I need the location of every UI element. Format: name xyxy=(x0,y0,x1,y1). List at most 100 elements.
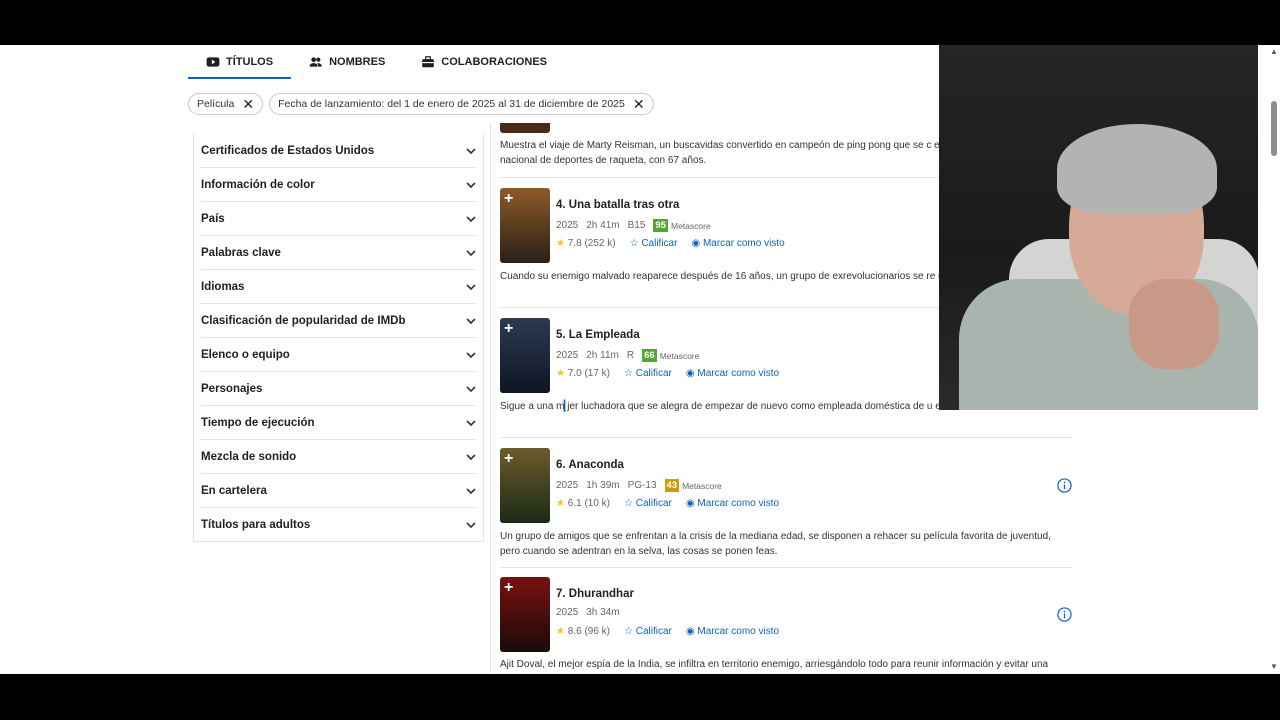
chevron-down-icon xyxy=(466,385,476,392)
facet-adult-titles[interactable]: Títulos para adultos xyxy=(201,508,476,542)
chevron-down-icon xyxy=(466,215,476,222)
chevron-down-icon xyxy=(466,487,476,494)
info-icon[interactable] xyxy=(1057,478,1072,493)
movie-certificate: R xyxy=(626,350,635,361)
active-filters: Película ✕ Fecha de lanzamiento: del 1 d… xyxy=(188,93,654,115)
movie-meta: 2025 1h 39m PG-13 43 Metascore xyxy=(556,479,722,492)
scroll-down-icon[interactable]: ▼ xyxy=(1270,662,1278,671)
divider xyxy=(500,437,1072,438)
movie-title[interactable]: 6. Anaconda xyxy=(556,459,624,471)
facet-characters[interactable]: Personajes xyxy=(201,372,476,406)
facet-us-certificates[interactable]: Certificados de Estados Unidos xyxy=(201,134,476,168)
imdb-rating: ★ 6.1 (10 k) xyxy=(556,498,610,509)
movie-title[interactable]: 4. Una batalla tras otra xyxy=(556,199,679,211)
facet-label: Clasificación de popularidad de IMDb xyxy=(201,314,406,327)
rating-value: 8.6 xyxy=(567,626,582,637)
close-icon[interactable]: ✕ xyxy=(242,97,254,111)
movie-poster[interactable]: + xyxy=(500,448,550,523)
facet-languages[interactable]: Idiomas xyxy=(201,270,476,304)
rate-label: Calificar xyxy=(635,626,672,637)
facet-label: En cartelera xyxy=(201,484,267,497)
movie-actions: ★ 8.6 (96 k) ☆ Calificar ◉ Marcar como v… xyxy=(556,626,779,637)
rate-label: Calificar xyxy=(635,498,672,509)
movie-actions: ★ 7.0 (17 k) ☆ Calificar ◉ Marcar como v… xyxy=(556,368,779,379)
chevron-down-icon xyxy=(466,283,476,290)
poster-partial[interactable] xyxy=(500,123,550,133)
facet-label: Elenco o equipo xyxy=(201,348,290,361)
movie-poster[interactable]: + xyxy=(500,318,550,393)
facet-label: Certificados de Estados Unidos xyxy=(201,144,375,157)
facet-color-info[interactable]: Información de color xyxy=(201,168,476,202)
watched-label: Marcar como visto xyxy=(702,238,785,249)
facet-in-theaters[interactable]: En cartelera xyxy=(201,474,476,508)
movie-poster[interactable]: + xyxy=(500,577,550,652)
movie-meta: 2025 2h 11m R 66 Metascore xyxy=(556,349,699,362)
chevron-down-icon xyxy=(466,419,476,426)
facet-keywords[interactable]: Palabras clave xyxy=(201,236,476,270)
chevron-down-icon xyxy=(466,249,476,256)
chevron-down-icon xyxy=(466,522,476,529)
movie-title[interactable]: 7. Dhurandhar xyxy=(556,588,634,600)
mark-watched-button[interactable]: ◉ Marcar como visto xyxy=(686,498,779,509)
star-icon: ★ xyxy=(556,626,565,637)
add-watchlist-icon[interactable]: + xyxy=(504,450,513,468)
imdb-rating: ★ 7.8 (252 k) xyxy=(556,238,616,249)
filter-sidebar: Certificados de Estados Unidos Informaci… xyxy=(193,134,484,542)
scrollbar-thumb[interactable] xyxy=(1271,101,1277,156)
rate-label: Calificar xyxy=(641,238,678,249)
movie-actions: ★ 7.8 (252 k) ☆ Calificar ◉ Marcar como … xyxy=(556,238,785,249)
add-watchlist-icon[interactable]: + xyxy=(504,320,513,338)
scroll-up-icon[interactable]: ▲ xyxy=(1270,47,1278,56)
facet-label: País xyxy=(201,212,225,225)
rating-votes: (17 k) xyxy=(584,368,610,379)
facet-runtime[interactable]: Tiempo de ejecución xyxy=(201,406,476,440)
filter-chip-release-date[interactable]: Fecha de lanzamiento: del 1 de enero de … xyxy=(269,93,654,115)
tab-nombres[interactable]: NOMBRES xyxy=(291,45,403,79)
rating-value: 7.8 xyxy=(567,238,582,249)
chip-label: Película xyxy=(197,98,235,110)
rate-button[interactable]: ☆ Calificar xyxy=(624,498,672,509)
rate-button[interactable]: ☆ Calificar xyxy=(624,368,672,379)
people-icon xyxy=(309,57,322,67)
star-icon: ★ xyxy=(556,368,565,379)
add-watchlist-icon[interactable]: + xyxy=(504,190,513,208)
facet-label: Palabras clave xyxy=(201,246,281,259)
movie-runtime: 1h 39m xyxy=(586,480,620,491)
tab-colaboraciones[interactable]: COLABORACIONES xyxy=(403,45,565,79)
facet-label: Mezcla de sonido xyxy=(201,450,297,463)
movie-runtime: 3h 34m xyxy=(586,607,620,618)
item-description: Un grupo de amigos que se enfrentan a la… xyxy=(500,531,1051,557)
rating-value: 6.1 xyxy=(567,498,582,509)
rating-votes: (10 k) xyxy=(584,498,610,509)
close-icon[interactable]: ✕ xyxy=(633,97,645,111)
filter-chip-pelicula[interactable]: Película ✕ xyxy=(188,93,264,115)
facet-cast-crew[interactable]: Elenco o equipo xyxy=(201,338,476,372)
watched-label: Marcar como visto xyxy=(697,368,780,379)
item-description: Ajit Doval, el mejor espía de la India, … xyxy=(500,659,1049,670)
mark-watched-button[interactable]: ◉ Marcar como visto xyxy=(686,626,779,637)
facet-country[interactable]: País xyxy=(201,202,476,236)
mark-watched-button[interactable]: ◉ Marcar como visto xyxy=(691,238,784,249)
page-scrollbar[interactable]: ▲ ▼ xyxy=(1268,45,1280,674)
movie-meta: 2025 2h 41m B15 95 Metascore xyxy=(556,219,711,232)
rating-votes: (252 k) xyxy=(584,238,616,249)
tab-label: COLABORACIONES xyxy=(441,56,548,68)
movie-title[interactable]: 5. La Empleada xyxy=(556,329,640,341)
rating-votes: (96 k) xyxy=(584,626,610,637)
rate-button[interactable]: ☆ Calificar xyxy=(630,238,678,249)
info-icon[interactable] xyxy=(1057,607,1072,622)
movie-poster[interactable]: + xyxy=(500,188,550,263)
list-item: + 7. Dhurandhar 2025 3h 34m ★ 8.6 (96 k)… xyxy=(500,577,1072,674)
tab-titulos[interactable]: TÍTULOS xyxy=(188,45,292,79)
facet-label: Personajes xyxy=(201,382,263,395)
facet-sound-mix[interactable]: Mezcla de sonido xyxy=(201,440,476,474)
add-watchlist-icon[interactable]: + xyxy=(504,579,513,597)
movie-runtime: 2h 41m xyxy=(586,220,620,231)
mark-watched-button[interactable]: ◉ Marcar como visto xyxy=(686,368,779,379)
facet-label: Tiempo de ejecución xyxy=(201,416,315,429)
facet-popularity[interactable]: Clasificación de popularidad de IMDb xyxy=(201,304,476,338)
briefcase-icon xyxy=(422,56,435,68)
tab-label: NOMBRES xyxy=(329,56,386,68)
imdb-rating: ★ 7.0 (17 k) xyxy=(556,368,610,379)
rate-button[interactable]: ☆ Calificar xyxy=(624,626,672,637)
